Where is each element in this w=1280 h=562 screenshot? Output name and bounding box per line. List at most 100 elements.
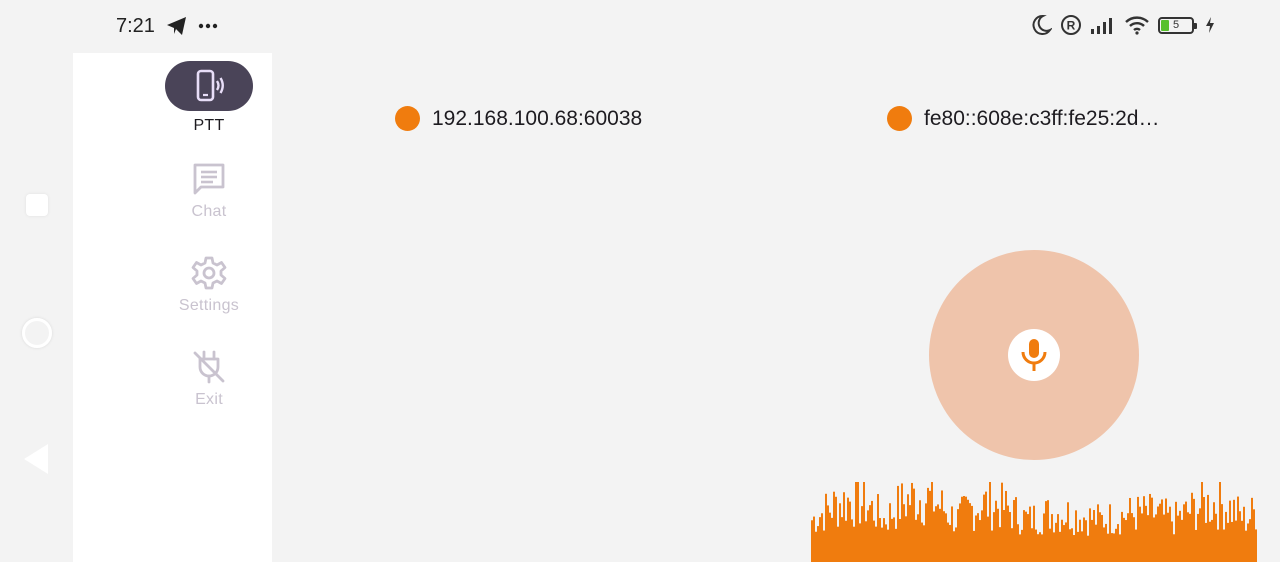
rail-item-exit[interactable]: Exit (165, 349, 253, 409)
waveform-bar (983, 494, 985, 562)
waveform-bar (909, 505, 911, 562)
rail-item-settings[interactable]: Settings (165, 255, 253, 315)
unplug-icon (193, 350, 225, 384)
waveform-bar (1113, 533, 1115, 562)
waveform-bar (991, 530, 993, 562)
waveform-bar (883, 518, 885, 562)
waveform-bar (879, 518, 881, 562)
rail-item-ptt[interactable]: PTT (165, 61, 253, 135)
waveform-bar (897, 485, 899, 562)
peer-item[interactable]: 192.168.100.68:60038 (395, 106, 642, 131)
waveform-bar (1125, 520, 1127, 562)
waveform-bar (1085, 520, 1087, 562)
waveform-bar (1179, 510, 1181, 562)
waveform-bar (1121, 511, 1123, 562)
back-button[interactable] (24, 444, 48, 474)
waveform-bar (1077, 531, 1079, 562)
waveform-bar (1203, 497, 1205, 562)
waveform-bar (1099, 512, 1101, 562)
waveform-bar (1197, 513, 1199, 562)
waveform-bar (977, 513, 979, 562)
waveform-bar (1055, 522, 1057, 562)
waveform-bar (1233, 499, 1235, 562)
waveform-bar (1251, 497, 1253, 562)
waveform-bar (915, 519, 917, 562)
waveform-bar (1127, 513, 1129, 562)
peer-address: fe80::608e:c3ff:fe25:2d… (924, 106, 1160, 130)
waveform-bar (961, 496, 963, 562)
waveform-bar (1189, 513, 1191, 562)
waveform-bar (849, 501, 851, 562)
waveform-bar (831, 517, 833, 562)
waveform-bar (1245, 530, 1247, 562)
rail-item-chat[interactable]: Chat (165, 161, 253, 221)
rail-item-label: Settings (178, 297, 240, 314)
waveform-bar (1107, 533, 1109, 562)
waveform-bar (835, 496, 837, 562)
waveform-bar (963, 496, 965, 562)
waveform-bar (1041, 534, 1043, 562)
audio-waveform (811, 482, 1257, 562)
waveform-bar (857, 482, 859, 562)
waveform-bar (881, 527, 883, 562)
peer-item[interactable]: fe80::608e:c3ff:fe25:2d… (887, 106, 1159, 131)
waveform-bar (941, 490, 943, 562)
svg-text:R: R (1067, 19, 1076, 33)
waveform-bar (913, 488, 915, 562)
waveform-bar (1241, 520, 1243, 562)
battery-level: 5 (1172, 19, 1180, 31)
waveform-bar (1177, 515, 1179, 562)
waveform-bar (1217, 529, 1219, 562)
waveform-bar (1225, 511, 1227, 562)
mic-icon-container (1008, 329, 1060, 381)
gear-icon (191, 256, 227, 290)
waveform-bar (931, 482, 933, 562)
waveform-bar (889, 503, 891, 562)
waveform-bar (1209, 521, 1211, 562)
waveform-bar (839, 503, 841, 562)
waveform-bar (1033, 505, 1035, 562)
waveform-bar (1079, 519, 1081, 562)
peer-status-dot (395, 106, 420, 131)
peer-status-dot (887, 106, 912, 131)
waveform-bar (923, 525, 925, 562)
waveform-bar (1119, 534, 1121, 562)
waveform-bar (943, 511, 945, 562)
waveform-bar (1219, 482, 1221, 562)
waveform-bar (1193, 498, 1195, 562)
waveform-bar (887, 529, 889, 562)
recents-button[interactable] (26, 194, 48, 216)
waveform-bar (1049, 528, 1051, 562)
waveform-bar (1001, 482, 1003, 562)
waveform-bar (1095, 524, 1097, 562)
waveform-bar (937, 504, 939, 562)
waveform-bar (981, 510, 983, 562)
waveform-bar (1201, 482, 1203, 562)
waveform-bar (875, 526, 877, 562)
waveform-bar (823, 530, 825, 562)
home-button[interactable] (22, 318, 52, 348)
more-dots-icon (198, 23, 218, 29)
waveform-bar (1067, 502, 1069, 562)
waveform-bar (819, 517, 821, 562)
waveform-bar (1141, 513, 1143, 562)
waveform-bar (993, 512, 995, 562)
waveform-bar (877, 494, 879, 562)
waveform-bar (1137, 496, 1139, 562)
push-to-talk-button[interactable] (929, 250, 1139, 460)
status-right-icons: R 5 (1030, 14, 1216, 36)
waveform-bar (1105, 523, 1107, 562)
waveform-bar (965, 496, 967, 562)
waveform-bar (815, 531, 817, 562)
waveform-bar (1163, 514, 1165, 562)
waveform-bar (1227, 522, 1229, 562)
waveform-bar (1025, 511, 1027, 562)
waveform-bar (1007, 505, 1009, 562)
waveform-bar (945, 513, 947, 562)
waveform-bar (1149, 493, 1151, 562)
waveform-bar (1059, 531, 1061, 562)
waveform-bar (1169, 506, 1171, 562)
waveform-bar (1167, 512, 1169, 562)
waveform-bar (1155, 514, 1157, 562)
status-left-icons (166, 16, 218, 36)
